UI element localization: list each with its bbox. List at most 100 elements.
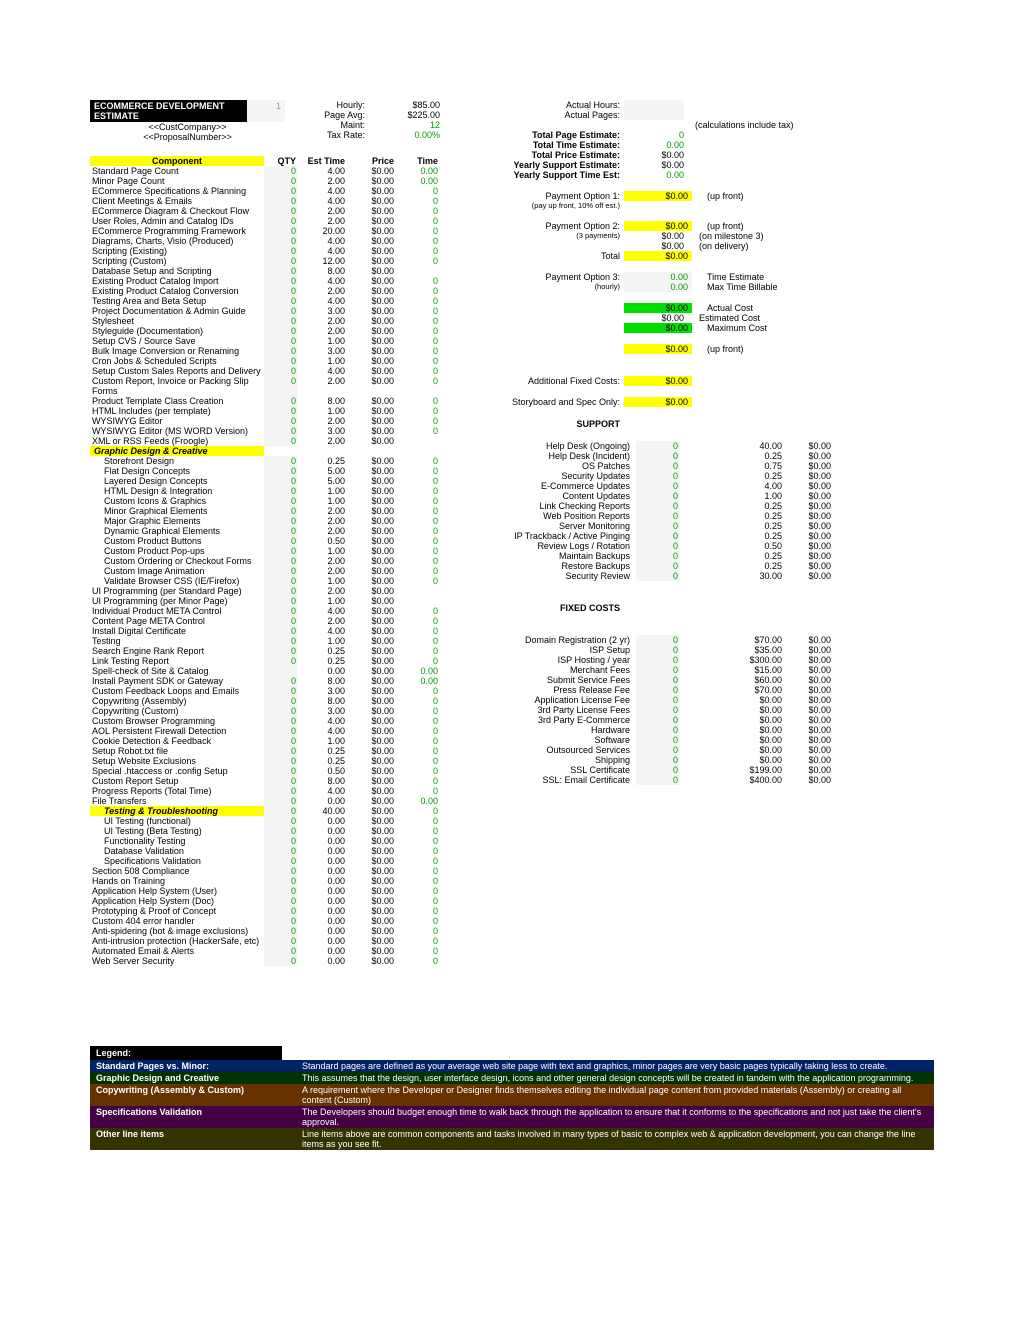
qty-cell[interactable]: 0 bbox=[264, 606, 298, 616]
qty-cell[interactable]: 0 bbox=[264, 686, 298, 696]
qty-cell[interactable]: 0 bbox=[264, 306, 298, 316]
qty-cell[interactable]: 0 bbox=[264, 186, 298, 196]
qty-cell[interactable]: 0 bbox=[264, 376, 298, 396]
qty-cell[interactable]: 0 bbox=[264, 926, 298, 936]
support-qty[interactable]: 0 bbox=[636, 511, 680, 521]
qty-cell[interactable]: 0 bbox=[264, 546, 298, 556]
actual-hours-input[interactable] bbox=[624, 100, 684, 110]
fixed-qty[interactable]: 0 bbox=[636, 705, 680, 715]
qty-cell[interactable]: 0 bbox=[264, 466, 298, 476]
fixed-qty[interactable]: 0 bbox=[636, 735, 680, 745]
qty-cell[interactable]: 0 bbox=[264, 336, 298, 346]
qty-cell[interactable]: 0 bbox=[264, 326, 298, 336]
qty-cell[interactable]: 0 bbox=[264, 846, 298, 856]
fixed-qty[interactable]: 0 bbox=[636, 755, 680, 765]
qty-cell[interactable]: 0 bbox=[264, 906, 298, 916]
qty-cell[interactable]: 0 bbox=[264, 236, 298, 246]
qty-cell[interactable]: 0 bbox=[264, 426, 298, 436]
title-input[interactable]: 1 bbox=[247, 100, 285, 122]
qty-cell[interactable]: 0 bbox=[264, 516, 298, 526]
qty-cell[interactable]: 0 bbox=[264, 826, 298, 836]
support-qty[interactable]: 0 bbox=[636, 441, 680, 451]
qty-cell[interactable]: 0 bbox=[264, 816, 298, 826]
qty-cell[interactable]: 0 bbox=[264, 316, 298, 326]
qty-cell[interactable]: 0 bbox=[264, 166, 298, 176]
qty-cell[interactable]: 0 bbox=[264, 366, 298, 376]
qty-cell[interactable]: 0 bbox=[264, 396, 298, 406]
qty-cell[interactable]: 0 bbox=[264, 346, 298, 356]
fixed-qty[interactable]: 0 bbox=[636, 745, 680, 755]
qty-cell[interactable]: 0 bbox=[264, 726, 298, 736]
qty-cell[interactable]: 0 bbox=[264, 876, 298, 886]
qty-cell[interactable]: 0 bbox=[264, 866, 298, 876]
qty-cell[interactable]: 0 bbox=[264, 856, 298, 866]
qty-cell[interactable]: 0 bbox=[264, 436, 298, 446]
qty-cell[interactable]: 0 bbox=[264, 936, 298, 946]
qty-cell[interactable]: 0 bbox=[264, 616, 298, 626]
qty-cell[interactable]: 0 bbox=[264, 506, 298, 516]
qty-cell[interactable]: 0 bbox=[264, 896, 298, 906]
qty-cell[interactable]: 0 bbox=[264, 536, 298, 546]
support-qty[interactable]: 0 bbox=[636, 501, 680, 511]
fixed-qty[interactable]: 0 bbox=[636, 685, 680, 695]
fixed-qty[interactable]: 0 bbox=[636, 775, 680, 785]
qty-cell[interactable]: 0 bbox=[264, 406, 298, 416]
qty-cell[interactable]: 0 bbox=[264, 776, 298, 786]
fixed-qty[interactable]: 0 bbox=[636, 715, 680, 725]
support-qty[interactable]: 0 bbox=[636, 451, 680, 461]
fixed-qty[interactable]: 0 bbox=[636, 695, 680, 705]
qty-cell[interactable]: 0 bbox=[264, 736, 298, 746]
qty-cell[interactable]: 0 bbox=[264, 596, 298, 606]
qty-cell[interactable]: 0 bbox=[264, 656, 298, 666]
qty-cell[interactable]: 0 bbox=[264, 476, 298, 486]
support-qty[interactable]: 0 bbox=[636, 471, 680, 481]
qty-cell[interactable]: 0 bbox=[264, 256, 298, 266]
support-qty[interactable]: 0 bbox=[636, 521, 680, 531]
qty-cell[interactable]: 0 bbox=[264, 176, 298, 186]
qty-cell[interactable]: 0 bbox=[264, 566, 298, 576]
qty-cell[interactable]: 0 bbox=[264, 956, 298, 966]
qty-cell[interactable]: 0 bbox=[264, 766, 298, 776]
qty-cell[interactable]: 0 bbox=[264, 206, 298, 216]
support-qty[interactable]: 0 bbox=[636, 461, 680, 471]
qty-cell[interactable]: 0 bbox=[264, 756, 298, 766]
qty-cell[interactable]: 0 bbox=[264, 556, 298, 566]
fixed-qty[interactable]: 0 bbox=[636, 675, 680, 685]
actual-pages-input[interactable] bbox=[624, 110, 684, 120]
support-qty[interactable]: 0 bbox=[636, 561, 680, 571]
qty-cell[interactable]: 0 bbox=[264, 636, 298, 646]
fixed-qty[interactable]: 0 bbox=[636, 765, 680, 775]
qty-cell[interactable]: 0 bbox=[264, 276, 298, 286]
qty-cell[interactable]: 0 bbox=[264, 946, 298, 956]
qty-cell[interactable]: 0 bbox=[264, 886, 298, 896]
qty-cell[interactable]: 0 bbox=[264, 266, 298, 276]
qty-cell[interactable]: 0 bbox=[264, 586, 298, 596]
support-qty[interactable]: 0 bbox=[636, 541, 680, 551]
fixed-qty[interactable]: 0 bbox=[636, 665, 680, 675]
fixed-qty[interactable]: 0 bbox=[636, 635, 680, 645]
qty-cell[interactable]: 0 bbox=[264, 456, 298, 466]
fixed-qty[interactable]: 0 bbox=[636, 655, 680, 665]
qty-cell[interactable]: 0 bbox=[264, 626, 298, 636]
support-qty[interactable]: 0 bbox=[636, 481, 680, 491]
qty-cell[interactable]: 0 bbox=[264, 356, 298, 366]
qty-cell[interactable]: 0 bbox=[264, 696, 298, 706]
qty-cell[interactable]: 0 bbox=[264, 576, 298, 586]
qty-cell[interactable]: 0 bbox=[264, 676, 298, 686]
qty-cell[interactable]: 0 bbox=[264, 246, 298, 256]
qty-cell[interactable]: 0 bbox=[264, 916, 298, 926]
support-qty[interactable]: 0 bbox=[636, 571, 680, 581]
qty-cell[interactable]: 0 bbox=[264, 486, 298, 496]
qty-cell[interactable]: 0 bbox=[264, 216, 298, 226]
qty-cell[interactable]: 0 bbox=[264, 416, 298, 426]
qty-cell[interactable]: 0 bbox=[264, 646, 298, 656]
qty-cell[interactable]: 0 bbox=[264, 786, 298, 796]
qty-cell[interactable]: 0 bbox=[264, 706, 298, 716]
support-qty[interactable]: 0 bbox=[636, 551, 680, 561]
fixed-qty[interactable]: 0 bbox=[636, 725, 680, 735]
qty-cell[interactable] bbox=[264, 666, 298, 676]
fixed-qty[interactable]: 0 bbox=[636, 645, 680, 655]
qty-cell[interactable]: 0 bbox=[264, 196, 298, 206]
qty-cell[interactable]: 0 bbox=[264, 716, 298, 726]
qty-cell[interactable]: 0 bbox=[264, 296, 298, 306]
